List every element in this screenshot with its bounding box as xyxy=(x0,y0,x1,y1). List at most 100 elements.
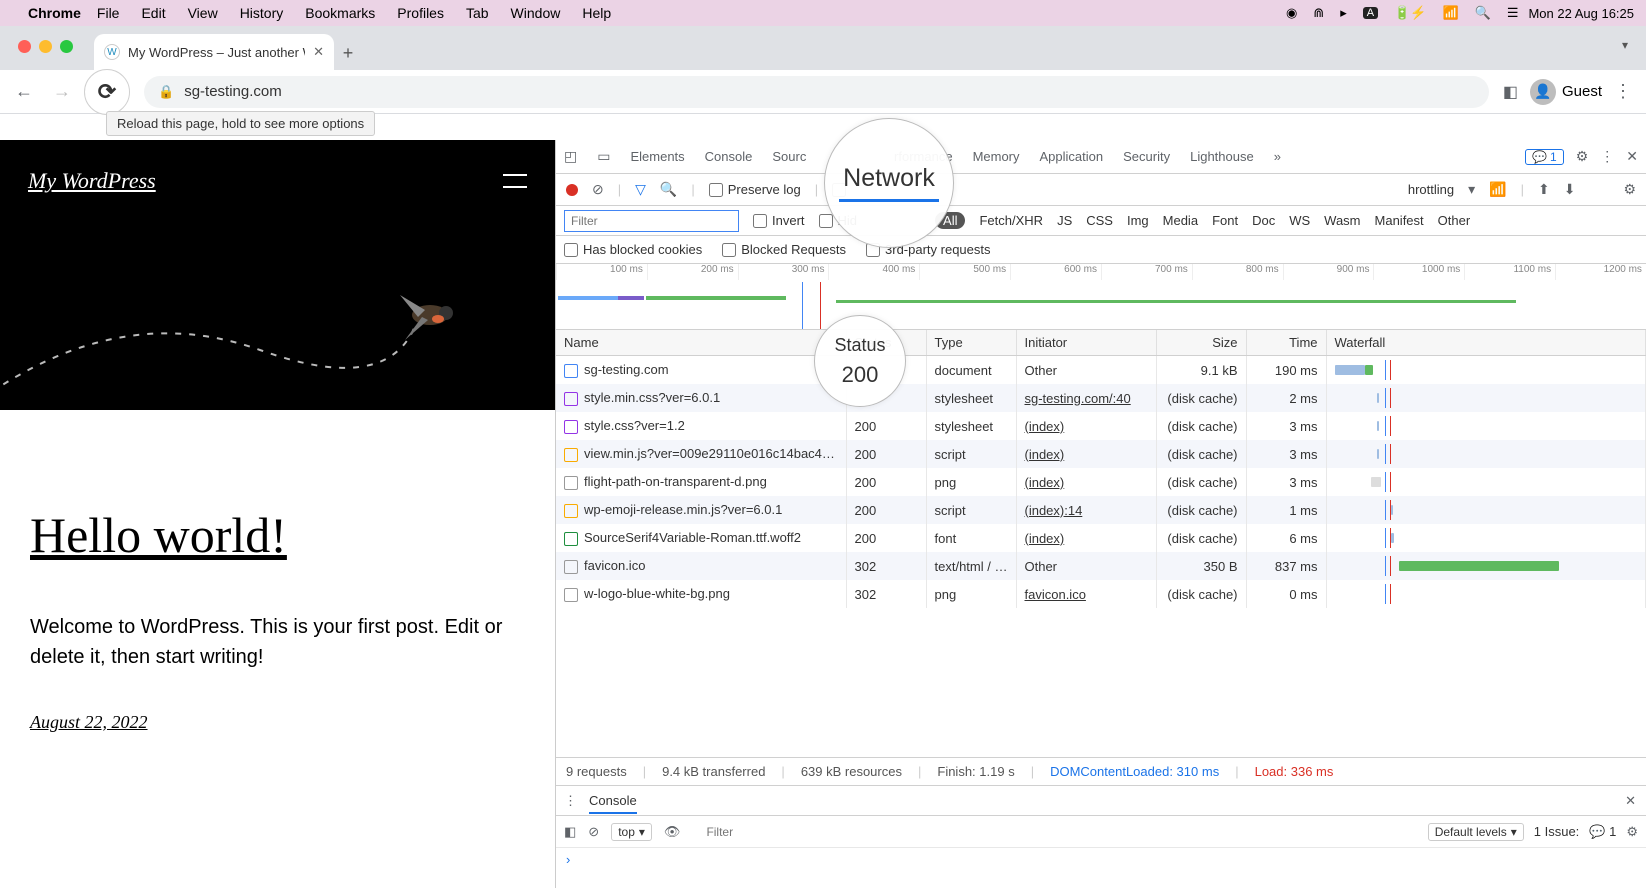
new-tab-button[interactable]: + xyxy=(334,43,362,70)
url-bar[interactable]: 🔒 sg-testing.com xyxy=(144,76,1489,108)
lock-icon[interactable]: 🔒 xyxy=(158,84,174,100)
drawer-close-icon[interactable]: ✕ xyxy=(1625,793,1636,809)
blocked-requests-checkbox[interactable]: Blocked Requests xyxy=(722,242,846,257)
status-spotlight-icon[interactable]: 🔍 xyxy=(1475,5,1491,21)
status-airpods-icon[interactable]: ⋒ xyxy=(1313,5,1324,21)
console-filter-input[interactable] xyxy=(702,821,1415,843)
menubar-clock[interactable]: Mon 22 Aug 16:25 xyxy=(1528,6,1634,21)
menu-file[interactable]: File xyxy=(97,5,120,21)
menu-tab[interactable]: Tab xyxy=(466,5,489,21)
col-waterfall[interactable]: Waterfall xyxy=(1326,330,1646,356)
menu-bookmarks[interactable]: Bookmarks xyxy=(305,5,375,21)
status-wifi-icon[interactable]: 📶 xyxy=(1442,5,1458,21)
network-conditions-icon[interactable]: 📶 xyxy=(1489,181,1506,198)
col-size[interactable]: Size xyxy=(1156,330,1246,356)
console-prompt[interactable]: › xyxy=(556,848,1646,888)
table-row[interactable]: style.css?ver=1.2200stylesheet(index)(di… xyxy=(556,412,1646,440)
filter-ws[interactable]: WS xyxy=(1289,213,1310,228)
drawer-tab-console[interactable]: Console xyxy=(589,787,637,814)
cell-initiator[interactable]: sg-testing.com/:40 xyxy=(1016,384,1156,412)
status-battery-icon[interactable]: 🔋⚡ xyxy=(1394,5,1426,21)
site-title-link[interactable]: My WordPress xyxy=(28,168,527,194)
has-blocked-cookies-checkbox[interactable]: Has blocked cookies xyxy=(564,242,702,257)
menu-profiles[interactable]: Profiles xyxy=(397,5,444,21)
cell-initiator[interactable]: favicon.ico xyxy=(1016,580,1156,608)
active-app-name[interactable]: Chrome xyxy=(28,5,81,21)
col-name[interactable]: Name xyxy=(556,330,846,356)
tab-console[interactable]: Console xyxy=(705,149,753,164)
table-row[interactable]: SourceSerif4Variable-Roman.ttf.woff2200f… xyxy=(556,524,1646,552)
table-row[interactable]: view.min.js?ver=009e29110e016c14bac4…200… xyxy=(556,440,1646,468)
table-row[interactable]: sg-testing.comdocumentOther9.1 kB190 ms xyxy=(556,356,1646,385)
search-icon[interactable]: 🔍 xyxy=(660,181,677,198)
tabs-overflow-icon[interactable]: » xyxy=(1274,149,1281,164)
chrome-menu-button[interactable]: ⋮ xyxy=(1614,81,1632,102)
table-row[interactable]: style.min.css?ver=6.0.1stylesheetsg-test… xyxy=(556,384,1646,412)
network-settings-icon[interactable]: ⚙ xyxy=(1623,181,1636,198)
filter-font[interactable]: Font xyxy=(1212,213,1238,228)
tab-application[interactable]: Application xyxy=(1040,149,1104,164)
menu-view[interactable]: View xyxy=(188,5,218,21)
status-play-icon[interactable]: ▸ xyxy=(1340,5,1347,21)
filter-toggle-icon[interactable]: ▽ xyxy=(635,181,646,198)
network-filter-input[interactable] xyxy=(564,210,739,232)
reload-button[interactable]: ⟳ xyxy=(84,69,130,115)
zoom-window-button[interactable] xyxy=(60,40,73,53)
tab-elements[interactable]: Elements xyxy=(630,149,684,164)
filter-img[interactable]: Img xyxy=(1127,213,1149,228)
issues-button[interactable]: 💬 1 xyxy=(1525,149,1564,165)
export-har-icon[interactable]: ⬇ xyxy=(1564,181,1576,198)
console-clear-icon[interactable]: ⊘ xyxy=(588,824,599,840)
tab-list-button[interactable]: ▾ xyxy=(1622,38,1628,52)
throttling-caret-icon[interactable]: ▾ xyxy=(1468,181,1475,198)
clear-button[interactable]: ⊘ xyxy=(592,181,604,198)
status-record-icon[interactable]: ◉ xyxy=(1286,5,1297,21)
post-title-link[interactable]: Hello world! xyxy=(30,506,525,564)
filter-doc[interactable]: Doc xyxy=(1252,213,1275,228)
tab-sources[interactable]: Sourc xyxy=(772,149,806,164)
status-app-icon[interactable]: A xyxy=(1363,7,1378,19)
cell-initiator[interactable]: Other xyxy=(1016,552,1156,580)
console-context-select[interactable]: top ▾ xyxy=(611,823,652,841)
col-time[interactable]: Time xyxy=(1246,330,1326,356)
inspect-element-icon[interactable]: ◰ xyxy=(564,148,577,165)
console-eye-icon[interactable]: 👁 xyxy=(664,824,681,840)
cell-initiator[interactable]: (index) xyxy=(1016,468,1156,496)
col-type[interactable]: Type xyxy=(926,330,1016,356)
menu-window[interactable]: Window xyxy=(511,5,561,21)
side-panel-icon[interactable]: ◧ xyxy=(1503,82,1518,102)
table-row[interactable]: favicon.ico302text/html / …Other350 B837… xyxy=(556,552,1646,580)
filter-other[interactable]: Other xyxy=(1438,213,1471,228)
forward-button[interactable]: → xyxy=(46,76,78,108)
cell-initiator[interactable]: (index) xyxy=(1016,412,1156,440)
minimize-window-button[interactable] xyxy=(39,40,52,53)
status-control-center-icon[interactable]: ☰ xyxy=(1507,5,1519,21)
back-button[interactable]: ← xyxy=(8,76,40,108)
device-toggle-icon[interactable]: ▭ xyxy=(597,148,610,165)
filter-manifest[interactable]: Manifest xyxy=(1375,213,1424,228)
console-sidebar-icon[interactable]: ◧ xyxy=(564,824,576,840)
cell-initiator[interactable]: (index) xyxy=(1016,524,1156,552)
filter-js[interactable]: JS xyxy=(1057,213,1072,228)
browser-tab[interactable]: W My WordPress – Just another W ✕ xyxy=(94,34,334,70)
console-levels-select[interactable]: Default levels ▾ xyxy=(1428,823,1524,841)
import-har-icon[interactable]: ⬆ xyxy=(1538,181,1550,198)
filter-css[interactable]: CSS xyxy=(1086,213,1113,228)
invert-checkbox[interactable]: Invert xyxy=(753,213,805,228)
post-date-link[interactable]: August 22, 2022 xyxy=(30,712,525,733)
network-timeline-overview[interactable]: 100 ms200 ms300 ms400 ms500 ms600 ms700 … xyxy=(556,264,1646,330)
table-row[interactable]: wp-emoji-release.min.js?ver=6.0.1200scri… xyxy=(556,496,1646,524)
tab-memory[interactable]: Memory xyxy=(973,149,1020,164)
devtools-close-icon[interactable]: ✕ xyxy=(1626,148,1638,165)
console-issue-chip[interactable]: 💬 1 xyxy=(1589,824,1616,840)
close-window-button[interactable] xyxy=(18,40,31,53)
menu-history[interactable]: History xyxy=(240,5,284,21)
col-initiator[interactable]: Initiator xyxy=(1016,330,1156,356)
record-button[interactable] xyxy=(566,184,578,196)
tab-security[interactable]: Security xyxy=(1123,149,1170,164)
filter-wasm[interactable]: Wasm xyxy=(1324,213,1360,228)
filter-fetch-xhr[interactable]: Fetch/XHR xyxy=(979,213,1043,228)
devtools-menu-icon[interactable]: ⋮ xyxy=(1600,148,1614,165)
cell-initiator[interactable]: (index):14 xyxy=(1016,496,1156,524)
cell-initiator[interactable]: Other xyxy=(1016,356,1156,385)
